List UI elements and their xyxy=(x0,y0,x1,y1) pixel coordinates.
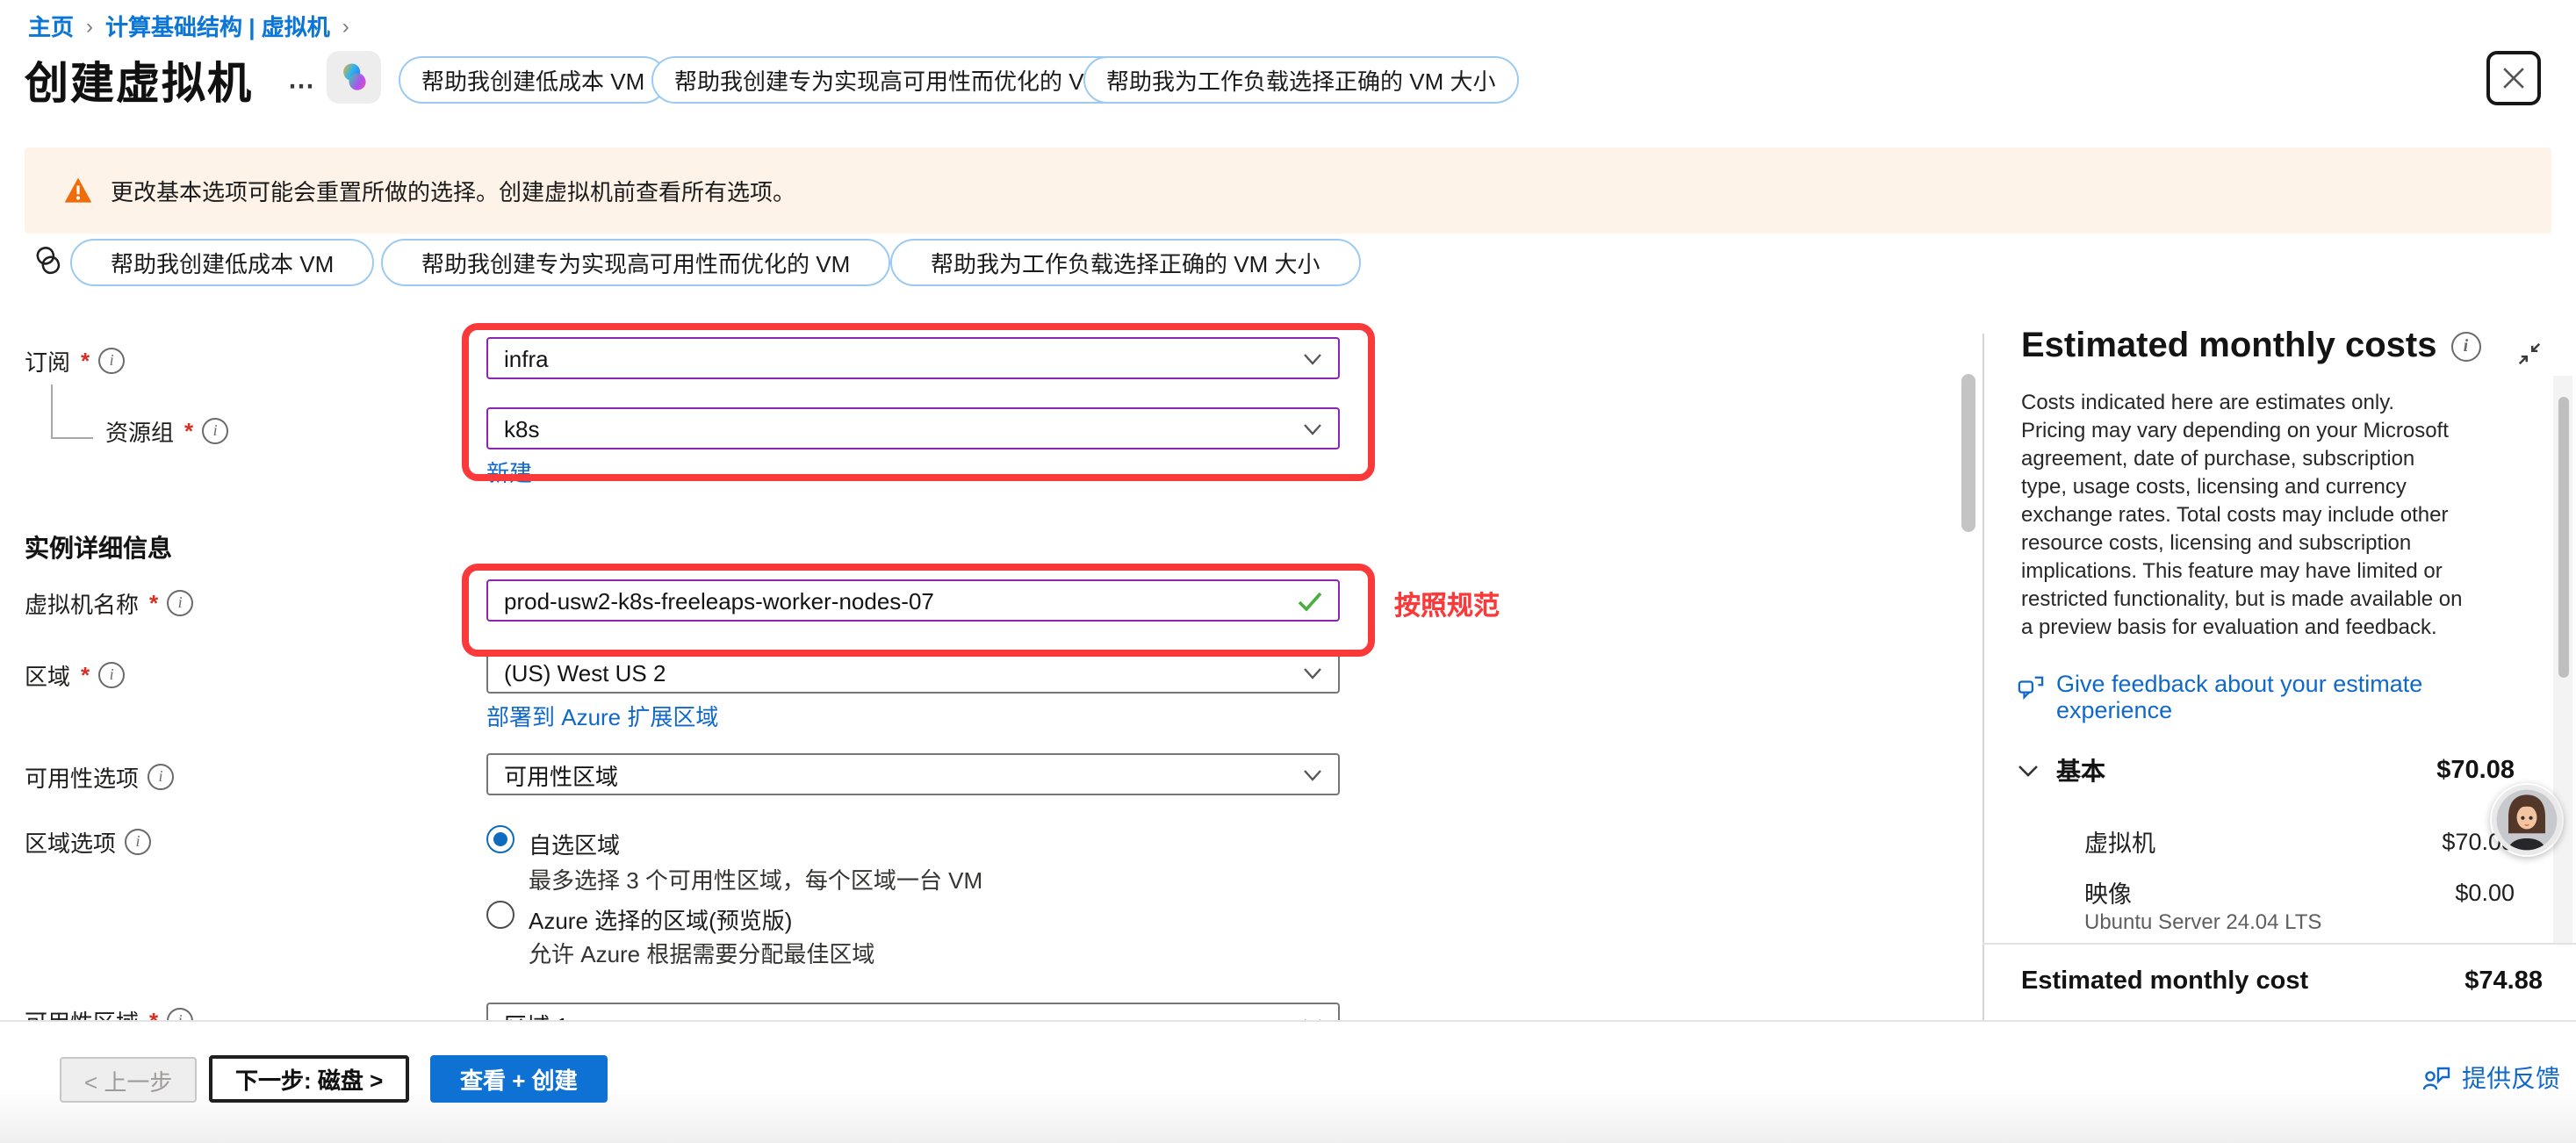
region-value: (US) West US 2 xyxy=(504,659,666,686)
availability-options-value: 可用性区域 xyxy=(504,758,618,791)
create-vm-page: 主页 › 计算基础结构 | 虚拟机 › 创建虚拟机 ⋯ 帮助我创建低成本 xyxy=(0,0,2576,1143)
page-title: 创建虚拟机 xyxy=(25,49,253,112)
collapse-panel-icon[interactable] xyxy=(2516,341,2543,376)
info-icon[interactable]: i xyxy=(98,661,125,687)
give-feedback-link[interactable]: 提供反馈 xyxy=(2421,1060,2560,1096)
cost-disclaimer-text: Costs indicated here are estimates only.… xyxy=(2021,388,2464,641)
review-create-button[interactable]: 查看 + 创建 xyxy=(430,1055,608,1103)
info-icon[interactable]: i xyxy=(148,763,174,789)
breadcrumb-home-link[interactable]: 主页 xyxy=(28,9,74,42)
cost-row-vm: 虚拟机 $70.08 xyxy=(2084,823,2515,859)
feedback-bubbles-icon xyxy=(2018,674,2044,701)
cost-total-divider xyxy=(1982,943,2576,945)
subscription-value: infra xyxy=(504,345,549,371)
deploy-extended-zones-link[interactable]: 部署到 Azure 扩展区域 xyxy=(486,699,718,732)
info-icon[interactable]: i xyxy=(98,347,125,373)
subscription-dropdown[interactable]: infra xyxy=(486,337,1340,379)
breadcrumb-separator: › xyxy=(342,13,349,38)
info-icon[interactable]: i xyxy=(125,828,151,854)
warning-banner-text: 更改基本选项可能会重置所做的选择。创建虚拟机前查看所有选项。 xyxy=(111,174,795,207)
assist-high-availability-vm-button-2[interactable]: 帮助我创建专为实现高可用性而优化的 VM xyxy=(381,239,890,286)
annotation-note: 按照规范 xyxy=(1394,586,1500,623)
azure-selected-zone-description: 允许 Azure 根据需要分配最佳区域 xyxy=(529,936,874,969)
chevron-down-icon xyxy=(1303,768,1322,780)
breadcrumb: 主页 › 计算基础结构 | 虚拟机 › xyxy=(28,9,362,42)
cost-group-row[interactable]: 基本 $70.08 xyxy=(2018,753,2515,788)
self-selected-zone-radio-label[interactable]: 自选区域 xyxy=(529,827,620,860)
more-actions-button[interactable]: ⋯ xyxy=(288,70,316,102)
region-dropdown[interactable]: (US) West US 2 xyxy=(486,651,1340,694)
self-selected-zone-radio[interactable] xyxy=(486,825,514,853)
warning-icon xyxy=(63,176,93,205)
feedback-person-icon xyxy=(2421,1064,2451,1092)
chevron-down-icon xyxy=(1303,352,1322,364)
resource-group-value: k8s xyxy=(504,415,539,442)
warning-banner: 更改基本选项可能会重置所做的选择。创建虚拟机前查看所有选项。 xyxy=(25,147,2551,234)
self-selected-zone-description: 最多选择 3 个可用性区域，每个区域一台 VM xyxy=(529,862,982,895)
chevron-down-icon xyxy=(1303,422,1322,435)
chevron-down-icon xyxy=(2018,764,2039,778)
copilot-outline-icon xyxy=(33,246,63,284)
estimate-feedback-link[interactable]: Give feedback about your estimate experi… xyxy=(2018,671,2434,723)
previous-button[interactable]: < 上一步 xyxy=(60,1057,197,1103)
subscription-label: 订阅* i xyxy=(25,346,125,374)
azure-selected-zone-radio[interactable] xyxy=(486,901,514,929)
vm-name-input[interactable] xyxy=(504,587,1298,614)
footer-bar: < 上一步 下一步: 磁盘 > 查看 + 创建 提供反馈 xyxy=(0,1020,2576,1143)
region-label: 区域* i xyxy=(25,660,125,688)
close-icon xyxy=(2502,67,2525,90)
instance-details-section-title: 实例详细信息 xyxy=(25,530,172,565)
chevron-down-icon xyxy=(1303,666,1322,679)
breadcrumb-vm-link[interactable]: 计算基础结构 | 虚拟机 xyxy=(105,9,330,42)
panel-scrollbar[interactable] xyxy=(2558,397,2569,678)
valid-check-icon xyxy=(1298,591,1322,610)
availability-options-dropdown[interactable]: 可用性区域 xyxy=(486,753,1340,795)
assist-low-cost-vm-button-2[interactable]: 帮助我创建低成本 VM xyxy=(70,239,374,286)
tree-connector-horizontal xyxy=(51,437,93,439)
info-icon[interactable]: i xyxy=(202,417,228,443)
zone-options-label: 区域选项 i xyxy=(25,827,151,855)
panel-divider xyxy=(1982,334,1984,1020)
copilot-button[interactable] xyxy=(327,51,381,104)
content-scrollbar[interactable] xyxy=(1961,374,1975,532)
avatar[interactable] xyxy=(2490,783,2564,857)
cost-row-image-sublabel: Ubuntu Server 24.04 LTS xyxy=(2084,909,2321,934)
azure-selected-zone-radio-label[interactable]: Azure 选择的区域(预览版) xyxy=(529,902,792,936)
cost-panel-title: Estimated monthly costs i xyxy=(2021,327,2480,367)
availability-options-label: 可用性选项 i xyxy=(25,762,174,790)
assist-right-size-vm-button[interactable]: 帮助我为工作负载选择正确的 VM 大小 xyxy=(1083,56,1518,104)
close-button[interactable] xyxy=(2486,51,2541,105)
assist-right-size-vm-button-2[interactable]: 帮助我为工作负载选择正确的 VM 大小 xyxy=(890,239,1360,286)
copilot-logo-icon xyxy=(338,61,370,93)
cost-row-image: 映像 $0.00 xyxy=(2084,874,2515,909)
tree-connector-vertical xyxy=(51,385,53,439)
create-new-resource-group-link[interactable]: 新建 xyxy=(486,455,532,488)
breadcrumb-separator: › xyxy=(86,13,93,38)
assist-low-cost-vm-button[interactable]: 帮助我创建低成本 VM xyxy=(399,56,667,104)
info-icon[interactable]: i xyxy=(2450,332,2480,362)
assist-high-availability-vm-button[interactable]: 帮助我创建专为实现高可用性而优化的 VM xyxy=(651,56,1126,104)
next-disks-button[interactable]: 下一步: 磁盘 > xyxy=(209,1055,409,1103)
resource-group-label: 资源组* i xyxy=(105,416,228,444)
vm-name-field-wrap xyxy=(486,579,1340,622)
cost-total-row: Estimated monthly cost $74.88 xyxy=(2021,967,2543,996)
info-icon[interactable]: i xyxy=(167,589,193,615)
vm-name-label: 虚拟机名称* i xyxy=(25,588,193,616)
resource-group-dropdown[interactable]: k8s xyxy=(486,407,1340,449)
